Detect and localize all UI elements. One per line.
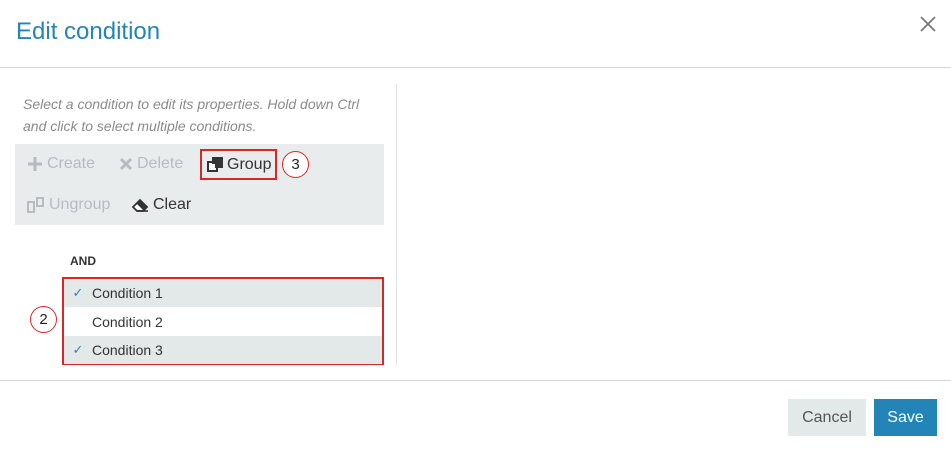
- close-button[interactable]: [917, 13, 939, 35]
- annotation-callout-3: 3: [282, 151, 309, 178]
- condition-label: Condition 1: [92, 285, 163, 301]
- eraser-icon: [132, 198, 149, 212]
- group-button[interactable]: Group: [200, 149, 278, 180]
- cancel-button[interactable]: Cancel: [788, 399, 866, 436]
- condition-toolbar: Create Delete Group Ungroup Clear: [15, 144, 384, 225]
- ungroup-button[interactable]: Ungroup: [27, 193, 110, 217]
- condition-row-3[interactable]: ✓ Condition 3: [64, 336, 382, 364]
- clear-button[interactable]: Clear: [132, 193, 191, 217]
- delete-label: Delete: [137, 155, 184, 172]
- save-button[interactable]: Save: [874, 399, 937, 436]
- edit-condition-dialog: Edit condition Select a condition to edi…: [0, 0, 951, 451]
- group-icon: [207, 156, 223, 172]
- condition-row-1[interactable]: ✓ Condition 1: [64, 279, 382, 307]
- ungroup-label: Ungroup: [49, 196, 111, 213]
- delete-button[interactable]: Delete: [119, 152, 183, 176]
- create-label: Create: [47, 155, 96, 172]
- check-icon: ✓: [72, 342, 84, 357]
- panel-divider: [396, 84, 397, 365]
- ungroup-icon: [27, 197, 44, 213]
- create-button[interactable]: Create: [27, 152, 95, 176]
- condition-row-2[interactable]: Condition 2: [64, 308, 382, 336]
- header-divider: [0, 67, 951, 68]
- check-icon: ✓: [72, 285, 84, 300]
- group-label: Group: [227, 155, 272, 173]
- dialog-title: Edit condition: [16, 18, 161, 45]
- instruction-text: Select a condition to edit its propertie…: [23, 96, 360, 134]
- footer-divider: [0, 380, 951, 381]
- plus-icon: [28, 157, 42, 171]
- close-icon: [920, 16, 936, 32]
- condition-list: ✓ Condition 1 Condition 2 ✓ Condition 3: [62, 277, 384, 365]
- and-operator-label: AND: [70, 254, 96, 268]
- condition-label: Condition 3: [92, 342, 163, 358]
- clear-label: Clear: [153, 196, 192, 213]
- condition-label: Condition 2: [92, 314, 163, 330]
- x-icon: [119, 157, 133, 171]
- annotation-callout-2: 2: [30, 306, 57, 333]
